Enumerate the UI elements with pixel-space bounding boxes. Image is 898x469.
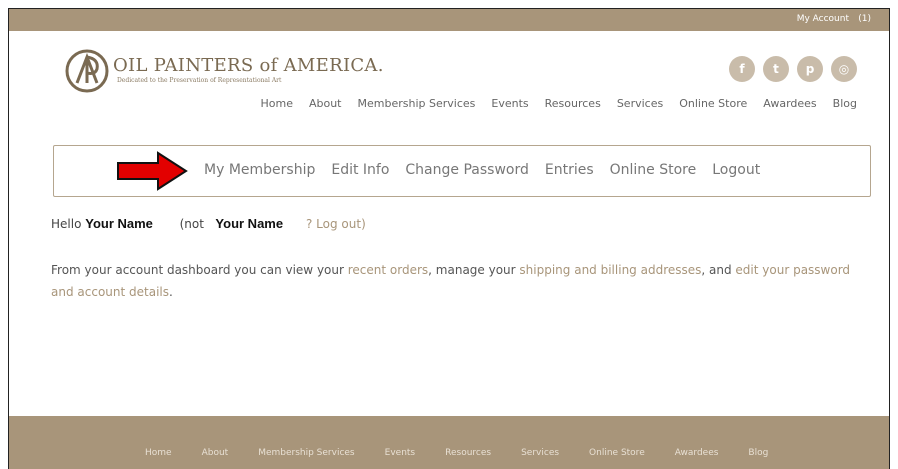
pinterest-icon[interactable]: p bbox=[797, 56, 823, 82]
footer-nav-awardees[interactable]: Awardees bbox=[675, 448, 719, 458]
tab-entries[interactable]: Entries bbox=[545, 162, 594, 178]
logo-monogram-icon bbox=[65, 49, 109, 93]
footer-nav-online-store[interactable]: Online Store bbox=[589, 448, 645, 458]
tab-online-store[interactable]: Online Store bbox=[610, 162, 697, 178]
account-nav-box: My Membership Edit Info Change Password … bbox=[53, 145, 871, 197]
nav-awardees[interactable]: Awardees bbox=[763, 97, 816, 110]
hello-line: Hello Your Name (not Your Name ? Log out… bbox=[51, 216, 366, 231]
site-logo[interactable]: OIL PAINTERS of AMERICA. Dedicated to th… bbox=[65, 49, 383, 93]
nav-events[interactable]: Events bbox=[491, 97, 528, 110]
footer-nav-services[interactable]: Services bbox=[521, 448, 559, 458]
social-links: f t p ◎ bbox=[729, 56, 857, 82]
footer-nav-about[interactable]: About bbox=[202, 448, 229, 458]
nav-services[interactable]: Services bbox=[617, 97, 663, 110]
footer-nav-resources[interactable]: Resources bbox=[445, 448, 491, 458]
account-nav: My Membership Edit Info Change Password … bbox=[204, 162, 760, 178]
main-nav: Home About Membership Services Events Re… bbox=[260, 97, 857, 110]
nav-membership-services[interactable]: Membership Services bbox=[358, 97, 476, 110]
top-bar: My Account (1) bbox=[9, 9, 889, 31]
footer-nav-membership-services[interactable]: Membership Services bbox=[258, 448, 354, 458]
twitter-icon[interactable]: t bbox=[763, 56, 789, 82]
footer-nav-events[interactable]: Events bbox=[385, 448, 415, 458]
tab-change-password[interactable]: Change Password bbox=[405, 162, 528, 178]
dashboard-mid1: , manage your bbox=[428, 263, 520, 277]
addresses-link[interactable]: shipping and billing addresses bbox=[519, 263, 701, 277]
logout-link[interactable]: ? Log out) bbox=[306, 217, 366, 231]
nav-resources[interactable]: Resources bbox=[545, 97, 601, 110]
red-arrow-icon bbox=[117, 151, 188, 191]
footer: Home About Membership Services Events Re… bbox=[9, 416, 889, 469]
logo-tagline: Dedicated to the Preservation of Represe… bbox=[117, 77, 282, 84]
footer-nav-home[interactable]: Home bbox=[145, 448, 172, 458]
dashboard-end: . bbox=[169, 285, 173, 299]
dashboard-intro: From your account dashboard you can view… bbox=[51, 263, 348, 277]
instagram-icon[interactable]: ◎ bbox=[831, 56, 857, 82]
dashboard-text: From your account dashboard you can view… bbox=[51, 259, 861, 303]
logo-name: OIL PAINTERS of AMERICA. bbox=[113, 55, 384, 76]
dashboard-mid2: , and bbox=[701, 263, 736, 277]
user-name: Your Name bbox=[85, 216, 153, 231]
nav-blog[interactable]: Blog bbox=[833, 97, 857, 110]
footer-nav-blog[interactable]: Blog bbox=[748, 448, 768, 458]
tab-edit-info[interactable]: Edit Info bbox=[331, 162, 389, 178]
facebook-icon[interactable]: f bbox=[729, 56, 755, 82]
recent-orders-link[interactable]: recent orders bbox=[348, 263, 428, 277]
tab-my-membership[interactable]: My Membership bbox=[204, 162, 315, 178]
hello-prefix: Hello bbox=[51, 217, 82, 231]
cart-count[interactable]: (1) bbox=[858, 14, 871, 24]
nav-online-store[interactable]: Online Store bbox=[679, 97, 747, 110]
not-prefix: (not bbox=[179, 217, 204, 231]
nav-about[interactable]: About bbox=[309, 97, 342, 110]
nav-home[interactable]: Home bbox=[260, 97, 292, 110]
not-user-name: Your Name bbox=[215, 216, 284, 231]
my-account-link[interactable]: My Account bbox=[797, 14, 849, 24]
tab-logout[interactable]: Logout bbox=[712, 162, 760, 178]
page-frame: My Account (1) OIL PAINTERS of AMERICA. … bbox=[8, 8, 890, 469]
footer-nav: Home About Membership Services Events Re… bbox=[145, 448, 768, 458]
